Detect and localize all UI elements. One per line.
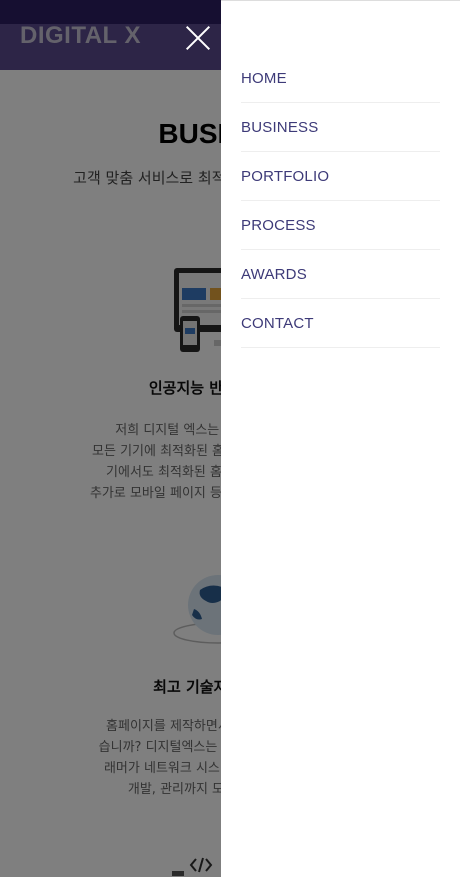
nav-item-label: PROCESS xyxy=(241,216,316,234)
nav-item-label: CONTACT xyxy=(241,314,314,332)
nav-item-label: AWARDS xyxy=(241,265,307,283)
nav-item-process[interactable]: PROCESS xyxy=(241,201,440,250)
navigation-drawer: HOME BUSINESS PORTFOLIO PROCESS AWARDS C… xyxy=(221,0,460,877)
nav-menu: HOME BUSINESS PORTFOLIO PROCESS AWARDS C… xyxy=(241,54,440,348)
nav-item-label: HOME xyxy=(241,69,287,87)
nav-item-home[interactable]: HOME xyxy=(241,54,440,103)
nav-item-label: BUSINESS xyxy=(241,118,319,136)
nav-item-portfolio[interactable]: PORTFOLIO xyxy=(241,152,440,201)
nav-item-business[interactable]: BUSINESS xyxy=(241,103,440,152)
nav-item-contact[interactable]: CONTACT xyxy=(241,299,440,348)
drawer-backdrop[interactable] xyxy=(0,0,221,877)
close-menu-button[interactable] xyxy=(184,24,212,52)
nav-item-awards[interactable]: AWARDS xyxy=(241,250,440,299)
nav-item-label: PORTFOLIO xyxy=(241,167,330,185)
